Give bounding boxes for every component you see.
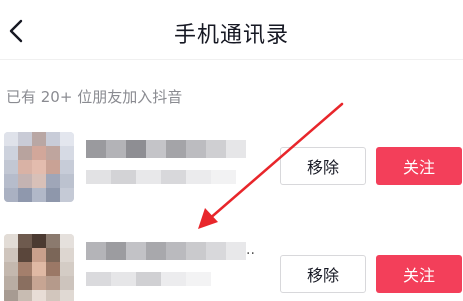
avatar[interactable] <box>4 132 74 202</box>
remove-button[interactable]: 移除 <box>280 255 366 293</box>
page-title: 手机通讯录 <box>173 23 289 48</box>
avatar[interactable] <box>4 234 74 301</box>
follow-button[interactable]: 关注 <box>376 147 462 185</box>
name-ellipsis: .. <box>246 242 255 258</box>
contact-name-redacted: .. <box>86 242 261 260</box>
follow-button[interactable]: 关注 <box>376 255 462 293</box>
contact-desc-redacted <box>86 272 236 286</box>
blurred-avatar-image <box>4 234 74 301</box>
contact-row: .. 移除 关注 <box>0 228 463 301</box>
contact-name-redacted <box>86 140 246 158</box>
remove-button[interactable]: 移除 <box>280 147 366 185</box>
friends-joined-note: 已有 20+ 位朋友加入抖音 <box>6 88 183 106</box>
nav-bar: 手机通讯录 <box>0 0 463 60</box>
blurred-avatar-image <box>4 132 74 202</box>
contact-row: 移除 关注 <box>0 126 463 206</box>
contact-desc-redacted <box>86 170 236 184</box>
